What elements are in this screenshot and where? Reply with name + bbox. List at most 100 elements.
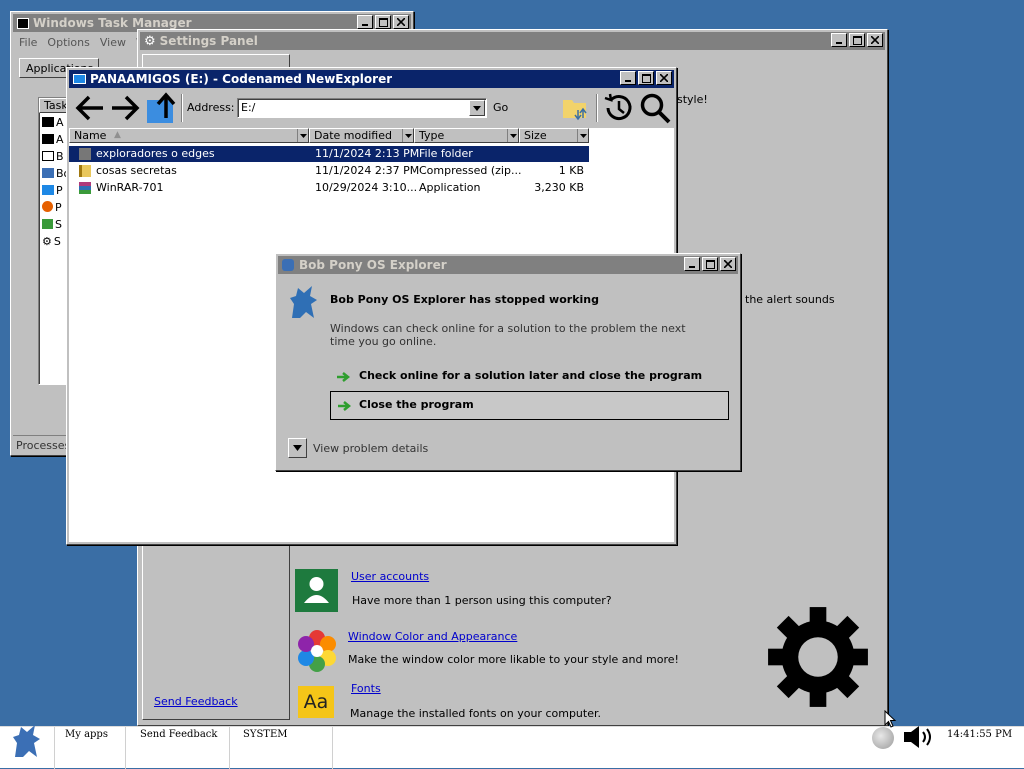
minimize-button[interactable] <box>620 71 636 85</box>
column-header-date[interactable]: Date modified <box>309 128 414 143</box>
firefox-icon <box>42 201 53 212</box>
send-feedback-link[interactable]: Send Feedback <box>154 695 238 708</box>
forward-button[interactable] <box>108 92 142 124</box>
start-button[interactable] <box>8 723 44 759</box>
mouse-cursor-icon <box>884 709 898 730</box>
back-button[interactable] <box>73 92 107 124</box>
menu-view[interactable]: View <box>100 36 126 49</box>
pony-icon <box>42 168 54 178</box>
menu-options[interactable]: Options <box>47 36 89 49</box>
back-arrow-icon <box>75 95 103 121</box>
address-input[interactable]: E:/ <box>237 98 487 118</box>
maximize-button[interactable] <box>849 33 865 47</box>
column-header-type[interactable]: Type <box>414 128 519 143</box>
pony-app-icon <box>286 284 320 320</box>
file-row[interactable]: exploradores o edges 11/1/2024 2:13 PM F… <box>69 146 589 162</box>
explorer-titlebar[interactable]: PANAAMIGOS (E:) - Codenamed NewExplorer <box>69 70 674 88</box>
sort-ascending-icon: ▲ <box>114 130 121 140</box>
green-arrow-icon <box>337 372 350 382</box>
file-row[interactable]: cosas secretas 11/1/2024 2:37 PM Compres… <box>69 163 589 179</box>
search-icon <box>640 93 671 124</box>
fonts-icon: Aa <box>298 686 334 718</box>
window-color-desc: Make the window color more likable to yo… <box>348 653 679 666</box>
maximize-button[interactable] <box>375 15 391 29</box>
close-button[interactable] <box>867 33 883 47</box>
task-manager-title: Windows Task Manager <box>33 16 192 30</box>
taskbar-my-apps[interactable]: My apps <box>54 727 126 769</box>
error-dialog-title: Bob Pony OS Explorer <box>299 258 447 272</box>
pony-start-icon <box>13 725 40 757</box>
folder-sync-button[interactable] <box>562 96 590 122</box>
volume-icon[interactable] <box>902 724 936 750</box>
task-manager-icon <box>17 17 29 29</box>
minimize-button[interactable] <box>684 257 700 271</box>
explorer-title: PANAAMIGOS (E:) - Codenamed NewExplorer <box>90 72 393 86</box>
forward-arrow-icon <box>112 95 140 121</box>
user-icon <box>295 569 338 612</box>
up-folder-icon <box>147 92 176 123</box>
taskbar-send-feedback[interactable]: Send Feedback <box>130 727 230 769</box>
address-dropdown-button[interactable] <box>469 100 485 116</box>
large-gear-icon <box>766 605 870 709</box>
chevron-down-icon <box>473 105 481 111</box>
go-button[interactable]: Go <box>493 101 508 114</box>
task-column-label: Task <box>44 99 68 112</box>
details-expand-button[interactable] <box>288 438 307 458</box>
settings-partial-text-mid: the alert sounds <box>745 293 835 306</box>
view-problem-details[interactable]: View problem details <box>313 442 428 455</box>
winrar-icon <box>79 182 91 194</box>
error-dialog-titlebar[interactable]: Bob Pony OS Explorer <box>278 256 738 274</box>
close-button[interactable] <box>720 257 736 271</box>
toolbar-separator <box>181 94 183 122</box>
folder-icon <box>79 148 91 160</box>
drive-folder-icon <box>73 74 86 84</box>
minimize-button[interactable] <box>831 33 847 47</box>
search-button[interactable] <box>638 92 672 124</box>
green-arrow-icon <box>338 401 351 411</box>
pony-icon <box>282 259 294 271</box>
minimize-button[interactable] <box>357 15 373 29</box>
fonts-link[interactable]: Fonts <box>351 682 381 695</box>
folder-sync-icon <box>563 100 587 121</box>
settings-item-window-color[interactable]: Window Color and Appearance Make the win… <box>295 629 715 675</box>
file-row[interactable]: WinRAR-701 10/29/2024 3:10... Applicatio… <box>69 180 589 196</box>
windows-icon <box>42 219 53 229</box>
close-program-label: Close the program <box>359 398 474 411</box>
settings-titlebar[interactable]: ⚙ Settings Panel <box>140 32 885 50</box>
check-online-label: Check online for a solution later and cl… <box>359 369 703 382</box>
column-header-name[interactable]: Name ▲ <box>69 128 309 143</box>
maximize-button[interactable] <box>638 71 654 85</box>
gear-icon: ⚙ <box>42 235 52 248</box>
taskbar-system[interactable]: SYSTEM <box>233 727 333 769</box>
maximize-button[interactable] <box>702 257 718 271</box>
column-header-size[interactable]: Size <box>519 128 589 143</box>
close-button[interactable] <box>656 71 672 85</box>
up-button[interactable] <box>146 92 178 124</box>
taskbar: My apps Send Feedback SYSTEM 14:41:55 PM <box>0 723 1024 769</box>
history-icon <box>604 93 632 121</box>
taskbar-clock: 14:41:55 PM <box>947 729 1013 740</box>
fonts-desc: Manage the installed fonts on your compu… <box>350 707 601 720</box>
address-label: Address: <box>187 101 235 114</box>
user-accounts-desc: Have more than 1 person using this compu… <box>352 594 612 607</box>
toolbar-separator <box>596 94 598 122</box>
console-icon <box>42 134 54 144</box>
console-icon <box>42 117 54 127</box>
history-button[interactable] <box>601 92 635 124</box>
window-color-link[interactable]: Window Color and Appearance <box>348 630 517 643</box>
network-globe-icon[interactable] <box>872 727 894 749</box>
error-dialog[interactable]: Bob Pony OS Explorer Bob Pony OS Explore… <box>275 253 741 471</box>
close-program-option[interactable]: Close the program <box>330 391 729 420</box>
check-online-option[interactable]: Check online for a solution later and cl… <box>330 363 728 389</box>
chevron-down-icon <box>293 445 302 451</box>
settings-title: Settings Panel <box>159 34 258 48</box>
user-accounts-link[interactable]: User accounts <box>351 570 429 583</box>
error-body: Windows can check online for a solution … <box>330 322 686 348</box>
settings-item-fonts[interactable]: Aa Fonts Manage the installed fonts on y… <box>295 682 715 722</box>
window-icon <box>42 151 54 161</box>
address-value: E:/ <box>241 101 256 114</box>
settings-item-user-accounts[interactable]: User accounts Have more than 1 person us… <box>295 569 695 615</box>
error-heading: Bob Pony OS Explorer has stopped working <box>330 293 599 306</box>
close-button[interactable] <box>393 15 409 29</box>
menu-file[interactable]: File <box>19 36 37 49</box>
